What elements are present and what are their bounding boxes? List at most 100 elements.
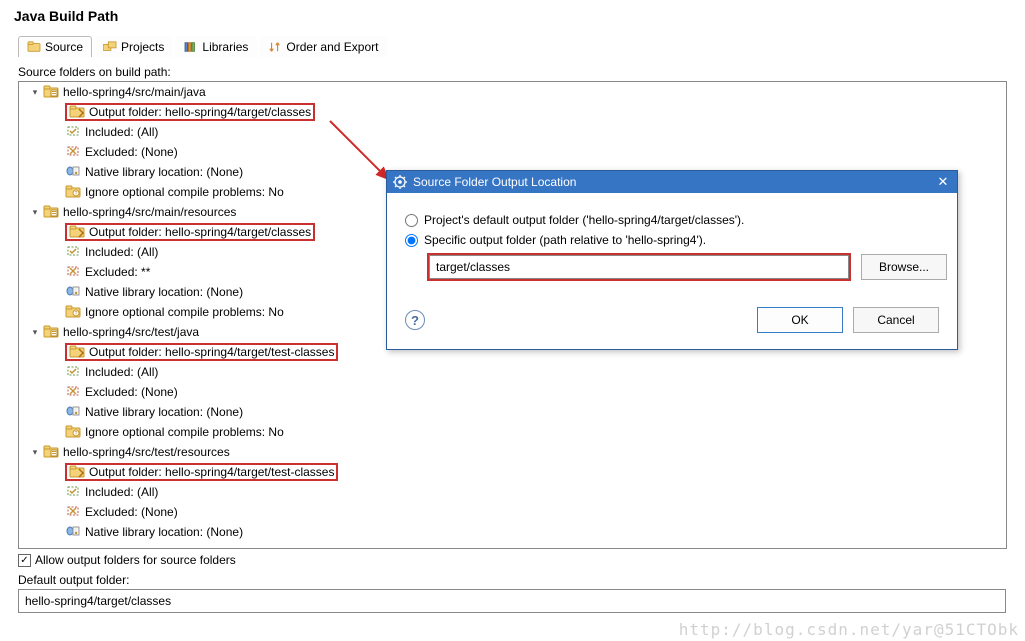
tree-item-label: Ignore optional compile problems: No bbox=[85, 185, 284, 199]
svg-text:?: ? bbox=[75, 311, 78, 317]
output-icon bbox=[69, 344, 89, 361]
order-icon bbox=[268, 41, 282, 53]
tab-source[interactable]: Source bbox=[18, 36, 92, 57]
excl-icon bbox=[65, 144, 85, 161]
dialog-titlebar[interactable]: Source Folder Output Location ✕ bbox=[387, 171, 957, 193]
radio-default-label: Project's default output folder ('hello-… bbox=[424, 213, 744, 227]
tree-item-label: Excluded: (None) bbox=[85, 385, 178, 399]
tree-item-label: Included: (All) bbox=[85, 245, 158, 259]
incl-icon bbox=[65, 244, 85, 261]
tree-excl-row[interactable]: Excluded: (None) bbox=[19, 142, 1006, 162]
tab-libraries[interactable]: Libraries bbox=[175, 36, 257, 57]
package-folder-icon bbox=[43, 444, 63, 461]
tab-projects-label: Projects bbox=[121, 40, 164, 54]
tree-item-label: Native library location: (None) bbox=[85, 525, 243, 539]
native-icon bbox=[65, 524, 85, 541]
projects-icon bbox=[103, 41, 117, 53]
tree-native-row[interactable]: Native library location: (None) bbox=[19, 402, 1006, 422]
excl-icon bbox=[65, 504, 85, 521]
highlight-box: Output folder: hello-spring4/target/test… bbox=[65, 463, 338, 481]
tree-folder-label: hello-spring4/src/test/resources bbox=[63, 445, 230, 459]
tree-item-label: Included: (All) bbox=[85, 365, 158, 379]
tree-incl-row[interactable]: Included: (All) bbox=[19, 362, 1006, 382]
tree-item-label: Output folder: hello-spring4/target/clas… bbox=[89, 225, 311, 239]
browse-button[interactable]: Browse... bbox=[861, 254, 947, 280]
source-icon bbox=[27, 41, 41, 53]
tree-item-label: Excluded: ** bbox=[85, 265, 150, 279]
opt-icon: ? bbox=[65, 184, 85, 201]
default-output-label: Default output folder: bbox=[18, 569, 1007, 589]
tree-folder-label: hello-spring4/src/test/java bbox=[63, 325, 199, 339]
default-output-input[interactable] bbox=[18, 589, 1006, 613]
package-folder-icon bbox=[43, 84, 63, 101]
opt-icon: ? bbox=[65, 304, 85, 321]
tree-native-row[interactable]: Native library location: (None) bbox=[19, 522, 1006, 542]
tree-item-label: Output folder: hello-spring4/target/test… bbox=[89, 465, 334, 479]
specific-path-input[interactable] bbox=[429, 255, 849, 279]
tree-excl-row[interactable]: Excluded: (None) bbox=[19, 502, 1006, 522]
allow-output-checkbox[interactable]: ✓ bbox=[18, 554, 31, 567]
excl-icon bbox=[65, 264, 85, 281]
help-icon[interactable]: ? bbox=[405, 310, 425, 330]
tree-item-label: Native library location: (None) bbox=[85, 405, 243, 419]
native-icon bbox=[65, 404, 85, 421]
tree-item-label: Output folder: hello-spring4/target/test… bbox=[89, 345, 334, 359]
close-icon[interactable]: ✕ bbox=[935, 174, 951, 190]
tree-excl-row[interactable]: Excluded: (None) bbox=[19, 382, 1006, 402]
page-title: Java Build Path bbox=[0, 0, 1025, 36]
ok-button[interactable]: OK bbox=[757, 307, 843, 333]
output-icon bbox=[69, 104, 89, 121]
tree-item-label: Ignore optional compile problems: No bbox=[85, 425, 284, 439]
svg-text:?: ? bbox=[75, 431, 78, 437]
output-icon bbox=[69, 464, 89, 481]
tree-item-label: Excluded: (None) bbox=[85, 505, 178, 519]
tree-folder-row[interactable]: ▾ hello-spring4/src/main/java bbox=[19, 82, 1006, 102]
package-folder-icon bbox=[43, 324, 63, 341]
chevron-down-icon[interactable]: ▾ bbox=[29, 447, 41, 458]
tab-bar: Source Projects Libraries Order and Expo… bbox=[0, 36, 1025, 57]
svg-text:?: ? bbox=[75, 191, 78, 197]
radio-specific-label: Specific output folder (path relative to… bbox=[424, 233, 706, 247]
allow-output-label: Allow output folders for source folders bbox=[35, 553, 236, 567]
tree-item-label: Native library location: (None) bbox=[85, 165, 243, 179]
radio-specific[interactable] bbox=[405, 234, 418, 247]
chevron-down-icon[interactable]: ▾ bbox=[29, 207, 41, 218]
tab-projects[interactable]: Projects bbox=[94, 36, 173, 57]
tree-output-row[interactable]: Output folder: hello-spring4/target/test… bbox=[19, 462, 1006, 482]
package-folder-icon bbox=[43, 204, 63, 221]
tree-item-label: Excluded: (None) bbox=[85, 145, 178, 159]
incl-icon bbox=[65, 124, 85, 141]
incl-icon bbox=[65, 364, 85, 381]
radio-default-row[interactable]: Project's default output folder ('hello-… bbox=[405, 213, 939, 227]
radio-specific-row[interactable]: Specific output folder (path relative to… bbox=[405, 233, 939, 247]
tree-item-label: Included: (All) bbox=[85, 125, 158, 139]
tree-item-label: Native library location: (None) bbox=[85, 285, 243, 299]
incl-icon bbox=[65, 484, 85, 501]
radio-default[interactable] bbox=[405, 214, 418, 227]
highlight-box: Output folder: hello-spring4/target/clas… bbox=[65, 223, 315, 241]
tree-incl-row[interactable]: Included: (All) bbox=[19, 482, 1006, 502]
tab-order[interactable]: Order and Export bbox=[259, 36, 387, 57]
native-icon bbox=[65, 284, 85, 301]
opt-icon: ? bbox=[65, 424, 85, 441]
tab-order-label: Order and Export bbox=[286, 40, 378, 54]
tree-item-label: Output folder: hello-spring4/target/clas… bbox=[89, 105, 311, 119]
tree-folder-label: hello-spring4/src/main/java bbox=[63, 85, 206, 99]
native-icon bbox=[65, 164, 85, 181]
tree-output-row[interactable]: Output folder: hello-spring4/target/clas… bbox=[19, 102, 1006, 122]
excl-icon bbox=[65, 384, 85, 401]
tree-folder-row[interactable]: ▾ hello-spring4/src/test/resources bbox=[19, 442, 1006, 462]
output-icon bbox=[69, 224, 89, 241]
tree-incl-row[interactable]: Included: (All) bbox=[19, 122, 1006, 142]
highlight-box: Output folder: hello-spring4/target/test… bbox=[65, 343, 338, 361]
cancel-button[interactable]: Cancel bbox=[853, 307, 939, 333]
tree-item-label: Included: (All) bbox=[85, 485, 158, 499]
libraries-icon bbox=[184, 41, 198, 53]
tree-opt-row[interactable]: ? Ignore optional compile problems: No bbox=[19, 422, 1006, 442]
output-location-dialog: Source Folder Output Location ✕ Project'… bbox=[386, 170, 958, 350]
chevron-down-icon[interactable]: ▾ bbox=[29, 87, 41, 98]
dialog-title-text: Source Folder Output Location bbox=[413, 175, 576, 189]
tab-source-label: Source bbox=[45, 40, 83, 54]
chevron-down-icon[interactable]: ▾ bbox=[29, 327, 41, 338]
highlight-box: Output folder: hello-spring4/target/clas… bbox=[65, 103, 315, 121]
